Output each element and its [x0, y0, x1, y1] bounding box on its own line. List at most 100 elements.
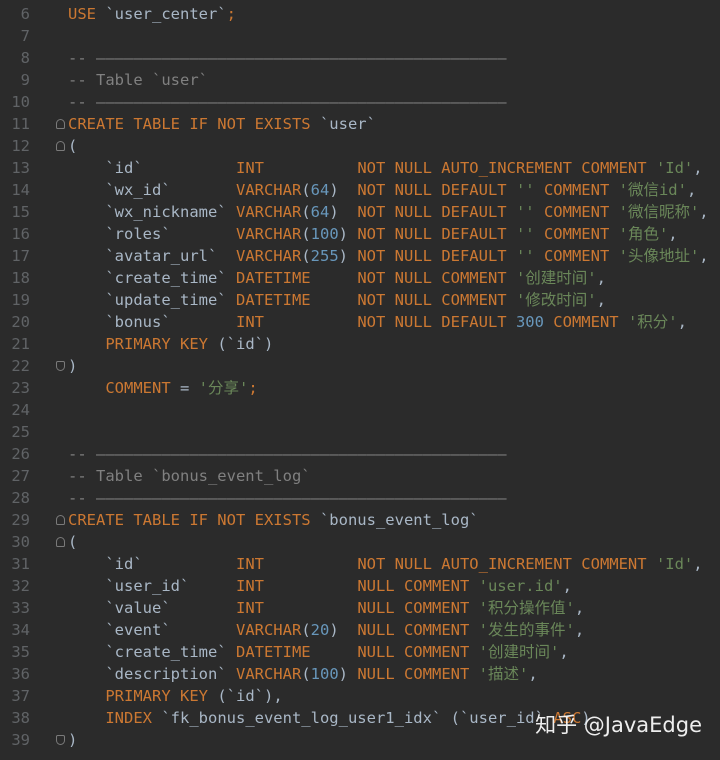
code-line[interactable]: 17 `avatar_url` VARCHAR(255) NOT NULL DE… [0, 245, 720, 267]
code-token: , [596, 291, 606, 309]
fold-gutter [30, 201, 68, 223]
code-line[interactable]: 15 `wx_nickname` VARCHAR(64) NOT NULL DE… [0, 201, 720, 223]
code-line[interactable]: 18 `create_time` DATETIME NOT NULL COMME… [0, 267, 720, 289]
fold-marker-icon[interactable] [56, 141, 65, 151]
fold-marker-icon[interactable] [56, 537, 65, 547]
code-token: PRIMARY KEY [105, 687, 218, 705]
fold-gutter [30, 333, 68, 355]
code-token: `event` [105, 621, 236, 639]
code-line[interactable]: 10 -- ———————————————————————————————————… [0, 91, 720, 113]
fold-marker-icon[interactable] [56, 361, 65, 371]
line-number: 9 [20, 71, 30, 89]
fold-gutter [30, 267, 68, 289]
code-line[interactable]: 32 `user_id` INT NULL COMMENT 'user.id', [0, 575, 720, 597]
line-number: 38 [11, 709, 30, 727]
code-line[interactable]: 25 [0, 421, 720, 443]
code-line[interactable]: 34 `event` VARCHAR(20) NULL COMMENT '发生的… [0, 619, 720, 641]
code-token: `create_time` [105, 643, 236, 661]
line-number: 17 [11, 247, 30, 265]
code-line[interactable]: 19 `update_time` DATETIME NOT NULL COMME… [0, 289, 720, 311]
code-line[interactable]: 27 -- Table `bonus_event_log` [0, 465, 720, 487]
code-line[interactable]: 29 CREATE TABLE IF NOT EXISTS `bonus_even… [0, 509, 720, 531]
code-token: `bonus_event_log` [319, 511, 479, 529]
code-line[interactable]: 24 [0, 399, 720, 421]
code-token: VARCHAR [235, 665, 302, 683]
code-token: ( [68, 137, 78, 155]
fold-gutter [30, 135, 68, 157]
code-line[interactable]: 21 PRIMARY KEY (`id`) [0, 333, 720, 355]
code-token: '发生的事件' [478, 621, 575, 639]
fold-marker-icon[interactable] [56, 515, 65, 525]
code-line[interactable]: 11 CREATE TABLE IF NOT EXISTS `user` [0, 113, 720, 135]
line-number: 19 [11, 291, 30, 309]
code-token: NOT NULL DEFAULT [357, 181, 516, 199]
code-line[interactable]: 8 -- ————————————————————————————————————… [0, 47, 720, 69]
code-line[interactable]: 22) [0, 355, 720, 377]
code-line[interactable]: 30 ( [0, 531, 720, 553]
line-number: 30 [11, 533, 30, 551]
fold-marker-icon[interactable] [56, 735, 65, 745]
code-line[interactable]: 37 PRIMARY KEY (`id`), [0, 685, 720, 707]
code-editor[interactable]: 6 USE `user_center`; 7 8 -- ————————————————… [0, 3, 720, 751]
code-token: '积分操作值' [478, 599, 575, 617]
code-token: ) [338, 665, 358, 683]
code-line[interactable]: 20 `bonus` INT NOT NULL DEFAULT 300 COMM… [0, 311, 720, 333]
code-token: NOT NULL DEFAULT [357, 313, 516, 331]
fold-gutter [30, 509, 68, 531]
code-line[interactable]: 6 USE `user_center`; [0, 3, 720, 25]
line-number: 39 [11, 731, 30, 749]
line-number: 23 [11, 379, 30, 397]
code-line[interactable]: 31 `id` INT NOT NULL AUTO_INCREMENT COMM… [0, 553, 720, 575]
code-token: `id` [226, 335, 264, 353]
line-number: 24 [11, 401, 30, 419]
code-token: , [574, 599, 585, 617]
code-line[interactable]: 16 `roles` VARCHAR(100) NOT NULL DEFAULT… [0, 223, 720, 245]
code-line[interactable]: 14 `wx_id` VARCHAR(64) NOT NULL DEFAULT … [0, 179, 720, 201]
code-line[interactable]: 28 -- ———————————————————————————————————… [0, 487, 720, 509]
code-token: CREATE TABLE IF NOT EXISTS [68, 115, 320, 133]
code-text: `bonus` INT NOT NULL DEFAULT 300 COMMENT… [68, 311, 720, 333]
line-number: 7 [20, 27, 30, 45]
code-line[interactable]: 36 `description` VARCHAR(100) NULL COMME… [0, 663, 720, 685]
code-line[interactable]: 33 `value` INT NULL COMMENT '积分操作值', [0, 597, 720, 619]
fold-gutter [30, 597, 68, 619]
code-text: `user_id` INT NULL COMMENT 'user.id', [68, 575, 720, 597]
code-line[interactable]: 23 COMMENT = '分享'; [0, 377, 720, 399]
code-line[interactable]: 26 -- ———————————————————————————————————… [0, 443, 720, 465]
code-token: DATETIME [235, 269, 358, 287]
code-line[interactable]: 9 -- Table `user` [0, 69, 720, 91]
code-token: 'Id' [655, 159, 694, 177]
code-token: , [574, 621, 585, 639]
code-token: `user_center` [105, 5, 227, 23]
code-line[interactable]: 12 ( [0, 135, 720, 157]
code-token: ; [226, 5, 236, 23]
code-token: , [693, 159, 703, 177]
code-token: PRIMARY KEY [105, 335, 218, 353]
code-token: ) [263, 335, 274, 353]
code-line[interactable]: 7 [0, 25, 720, 47]
code-line[interactable]: 35 `create_time` DATETIME NULL COMMENT '… [0, 641, 720, 663]
code-text: `roles` VARCHAR(100) NOT NULL DEFAULT ''… [68, 223, 720, 245]
code-line[interactable]: 13 `id` INT NOT NULL AUTO_INCREMENT COMM… [0, 157, 720, 179]
code-token: INT [235, 313, 358, 331]
fold-gutter [30, 707, 68, 729]
code-token: USE [68, 5, 106, 23]
code-token: INDEX [105, 709, 162, 727]
fold-marker-icon[interactable] [56, 119, 65, 129]
code-text: `id` INT NOT NULL AUTO_INCREMENT COMMENT… [68, 157, 720, 179]
fold-gutter [30, 377, 68, 399]
code-text: `id` INT NOT NULL AUTO_INCREMENT COMMENT… [68, 553, 720, 575]
fold-gutter [30, 465, 68, 487]
code-token: COMMENT [543, 181, 619, 199]
fold-gutter [30, 245, 68, 267]
line-number: 21 [11, 335, 30, 353]
code-text: -- —————————————————————————————————————… [68, 47, 720, 69]
code-token: NOT NULL COMMENT [357, 291, 516, 309]
